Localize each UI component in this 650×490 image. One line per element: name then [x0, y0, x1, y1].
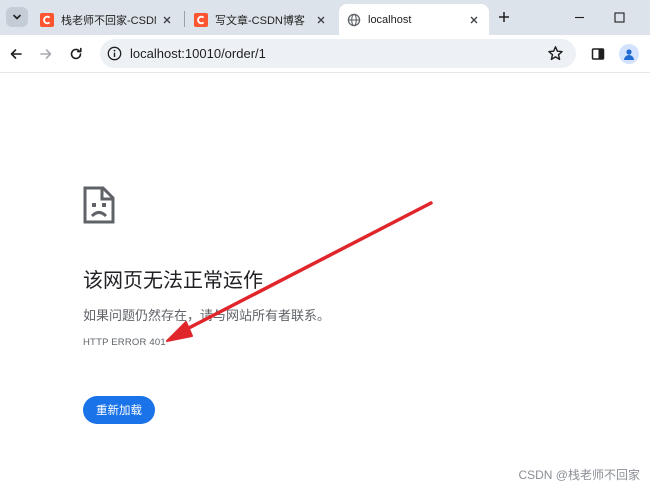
globe-icon	[347, 13, 361, 27]
reload-toolbar-button[interactable]	[66, 44, 86, 64]
profile-avatar[interactable]	[619, 44, 639, 64]
tab-csdn-profile[interactable]: 栈老师不回家-CSDN	[32, 4, 182, 35]
address-bar[interactable]: localhost:10010/order/1	[100, 39, 576, 68]
plus-icon	[499, 12, 509, 22]
minimize-button[interactable]	[570, 8, 588, 26]
tab-title: 写文章-CSDN博客	[215, 14, 305, 27]
csdn-icon	[194, 12, 208, 27]
browser-toolbar: localhost:10010/order/1	[0, 35, 650, 73]
error-title: 该网页无法正常运作	[83, 270, 263, 292]
error-description: 如果问题仍然存在，请与网站所有者联系。	[83, 308, 331, 323]
side-panel-button[interactable]	[588, 44, 608, 64]
arrow-left-icon	[10, 49, 22, 59]
csdn-icon	[40, 12, 54, 27]
url-text[interactable]: localhost:10010/order/1	[130, 39, 266, 68]
maximize-icon	[613, 11, 625, 23]
chevron-down-icon	[13, 14, 21, 20]
tab-strip: 栈老师不回家-CSDN 写文章-CSDN博客 localhost	[0, 0, 650, 35]
error-code: HTTP ERROR 401	[83, 337, 166, 348]
minimize-icon	[574, 16, 584, 18]
tab-localhost[interactable]: localhost	[339, 4, 489, 35]
tab-csdn-editor[interactable]: 写文章-CSDN博客	[186, 4, 336, 35]
refresh-icon	[70, 47, 82, 60]
new-tab-button[interactable]	[495, 8, 513, 26]
close-icon[interactable]	[160, 13, 174, 27]
tab-title: 栈老师不回家-CSDN	[61, 14, 156, 27]
tab-title: localhost	[368, 13, 412, 26]
info-icon[interactable]	[107, 46, 122, 61]
user-icon	[624, 49, 634, 60]
watermark: CSDN @栈老师不回家	[518, 468, 640, 482]
close-icon[interactable]	[314, 13, 328, 27]
forward-button[interactable]	[36, 44, 56, 64]
bookmark-star-icon[interactable]	[547, 45, 564, 62]
side-panel-icon	[591, 48, 605, 60]
close-icon[interactable]	[467, 13, 481, 27]
sad-document-icon	[83, 186, 115, 224]
error-page: 该网页无法正常运作 如果问题仍然存在，请与网站所有者联系。 HTTP ERROR…	[0, 73, 650, 490]
tab-separator	[184, 11, 185, 27]
arrow-right-icon	[40, 49, 52, 59]
tab-search-button[interactable]	[6, 7, 28, 27]
reload-button[interactable]: 重新加载	[83, 396, 155, 424]
back-button[interactable]	[6, 44, 26, 64]
maximize-button[interactable]	[610, 8, 628, 26]
